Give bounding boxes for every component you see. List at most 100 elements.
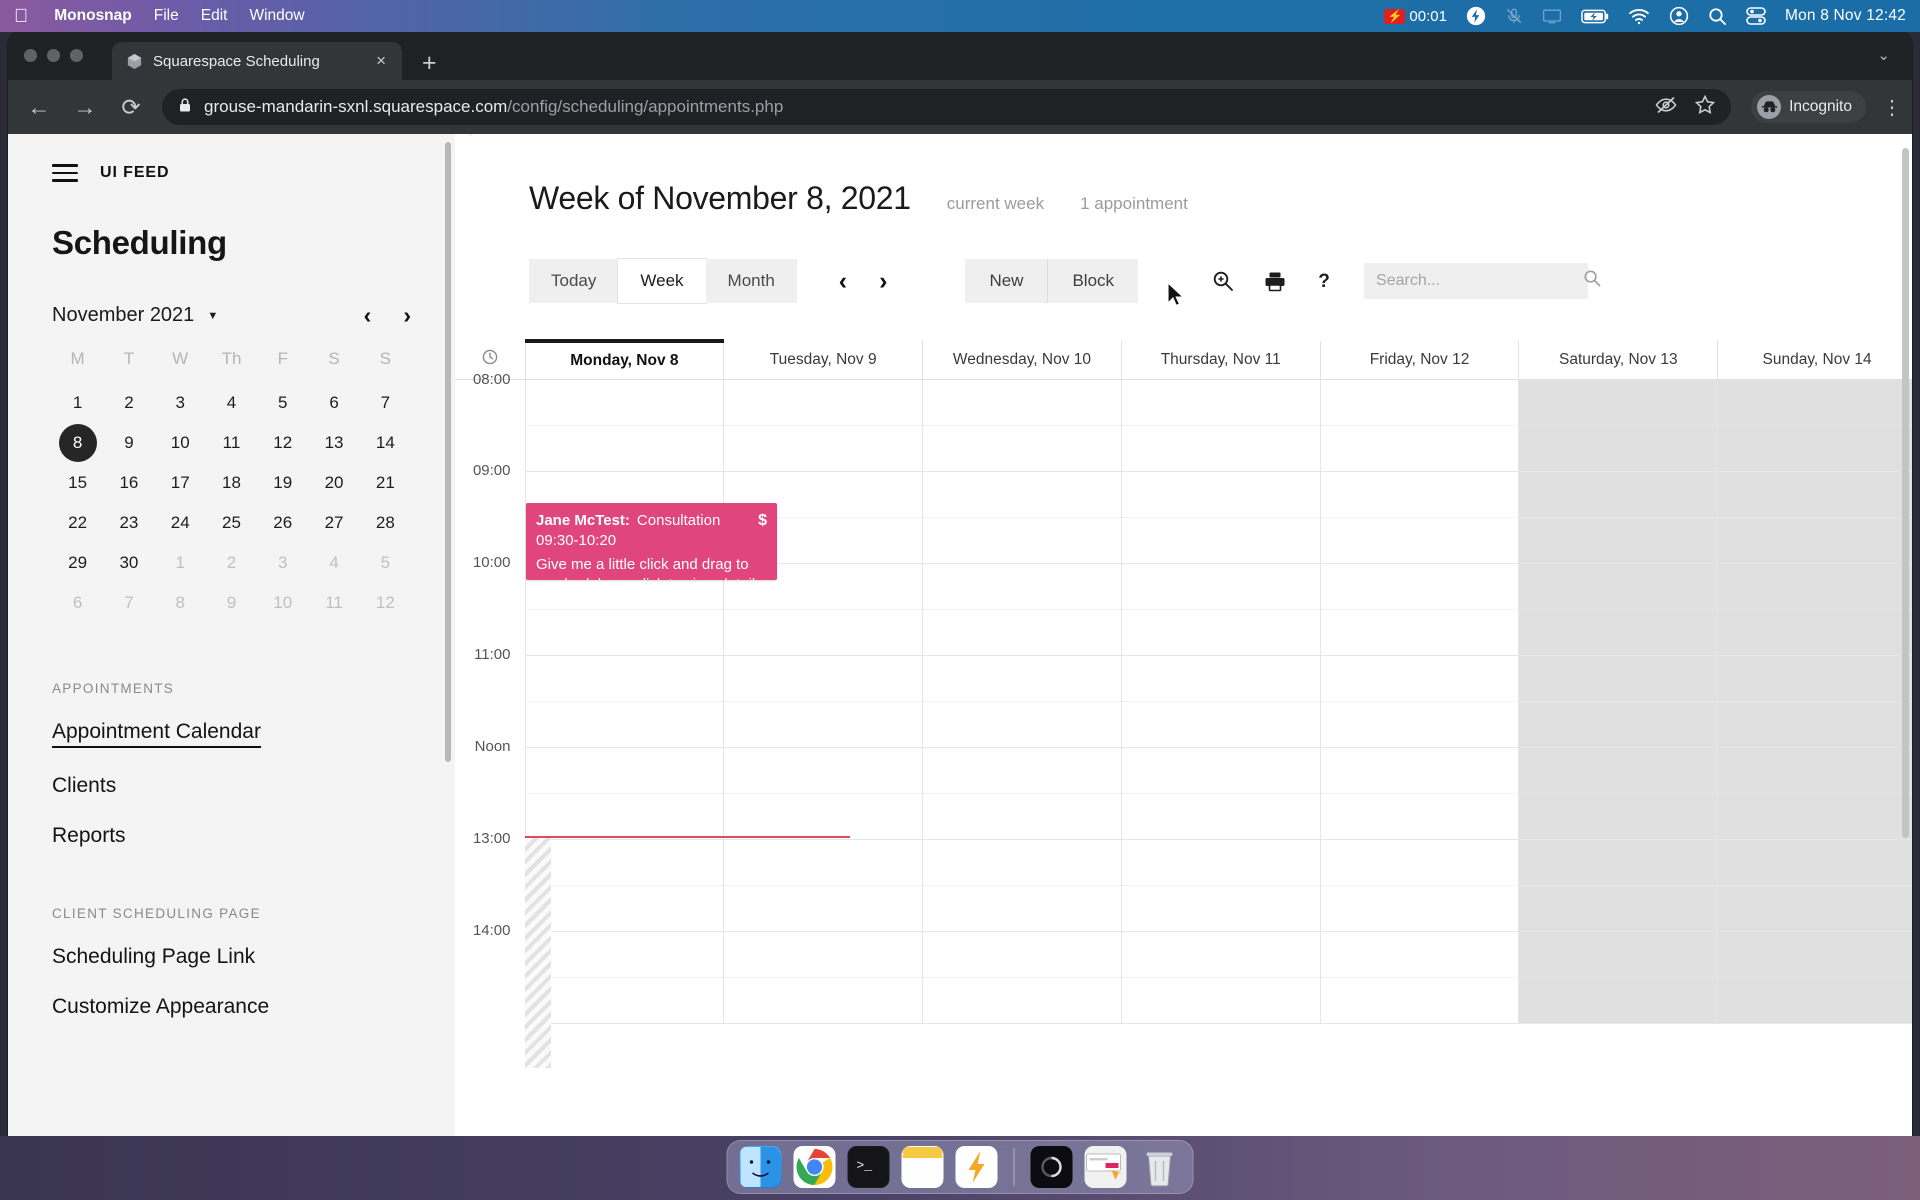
menu-item-window[interactable]: Window <box>249 7 304 25</box>
terminal-icon[interactable]: >_ <box>847 1146 890 1188</box>
tab-today[interactable]: Today <box>529 259 619 303</box>
notes-icon[interactable] <box>901 1146 944 1188</box>
screen-share-icon[interactable] <box>1542 8 1562 24</box>
menu-item-edit[interactable]: Edit <box>201 7 228 25</box>
mini-calendar-day[interactable]: 7 <box>360 383 411 423</box>
hamburger-menu-icon[interactable] <box>52 164 78 182</box>
mini-calendar-day[interactable]: 19 <box>257 463 308 503</box>
mini-calendar-day[interactable]: 12 <box>257 423 308 463</box>
calendar-slot[interactable] <box>922 562 1122 656</box>
previous-week-button[interactable]: ‹ <box>839 268 847 294</box>
tab-search-chevron-icon[interactable]: ⌄ <box>1877 46 1890 64</box>
back-button[interactable]: ← <box>24 95 54 119</box>
calendar-slot[interactable] <box>1319 746 1520 840</box>
page-scrollbar[interactable] <box>1902 148 1909 838</box>
mini-calendar-day[interactable]: 12 <box>360 583 411 623</box>
calendar-slot[interactable] <box>1518 562 1719 656</box>
calendar-slot[interactable] <box>1518 654 1719 748</box>
mini-calendar-day[interactable]: 27 <box>308 503 359 543</box>
calendar-slot[interactable] <box>1518 930 1719 1024</box>
mini-calendar-day[interactable]: 1 <box>155 543 206 583</box>
appointment-block[interactable]: Jane McTest: Consultation $ 09:30-10:20 … <box>526 503 777 580</box>
mini-calendar-day[interactable]: 2 <box>103 383 154 423</box>
sidebar-item-clients[interactable]: Clients <box>52 774 411 798</box>
calendar-slot[interactable] <box>1319 838 1520 932</box>
mini-calendar-day[interactable]: 14 <box>360 423 411 463</box>
calendar-slot[interactable] <box>922 654 1122 748</box>
mini-calendar-day[interactable]: 11 <box>308 583 359 623</box>
calendar-day-header[interactable]: Monday, Nov 8 <box>524 339 725 380</box>
mini-calendar-prev-button[interactable]: ‹ <box>364 304 372 327</box>
mini-calendar-day[interactable]: 15 <box>52 463 103 503</box>
calendar-slot[interactable] <box>1717 838 1912 932</box>
menu-item-file[interactable]: File <box>154 7 179 25</box>
maximize-window-button[interactable] <box>70 49 83 62</box>
reload-button[interactable]: ⟳ <box>116 95 146 119</box>
window-traffic-lights[interactable] <box>24 49 83 62</box>
mini-calendar-day[interactable]: 25 <box>206 503 257 543</box>
mini-calendar-day[interactable]: 24 <box>155 503 206 543</box>
calendar-slot[interactable] <box>922 378 1122 472</box>
mini-calendar-day[interactable]: 10 <box>257 583 308 623</box>
new-appointment-button[interactable]: New <box>965 259 1048 303</box>
block-time-button[interactable]: Block <box>1047 259 1139 303</box>
calendar-slot[interactable] <box>922 470 1122 564</box>
calendar-slot[interactable] <box>1319 378 1520 472</box>
screenshot-icon[interactable] <box>1030 1146 1073 1188</box>
sidebar-scrollbar[interactable] <box>445 142 451 762</box>
mini-calendar-day[interactable]: 16 <box>103 463 154 503</box>
forward-button[interactable]: → <box>70 95 100 119</box>
calendar-day-header[interactable]: Saturday, Nov 13 <box>1518 341 1719 380</box>
mini-calendar-day[interactable]: 13 <box>308 423 359 463</box>
calendar-slot[interactable] <box>524 930 725 1024</box>
calendar-slot[interactable] <box>524 746 725 840</box>
zoom-in-icon[interactable] <box>1212 270 1234 292</box>
mini-calendar-day[interactable]: 11 <box>206 423 257 463</box>
mini-calendar-day[interactable]: 9 <box>206 583 257 623</box>
search-icon[interactable] <box>1583 269 1602 293</box>
mini-calendar-day[interactable]: 23 <box>103 503 154 543</box>
calendar-slot[interactable] <box>1319 470 1520 564</box>
calendar-slot[interactable] <box>1717 930 1912 1024</box>
calendar-day-header[interactable]: Tuesday, Nov 9 <box>723 341 924 380</box>
control-center-icon[interactable] <box>1746 7 1766 25</box>
calendar-slot[interactable] <box>1319 930 1520 1024</box>
sidebar-item-appointment-calendar[interactable]: Appointment Calendar <box>52 720 261 748</box>
menu-item-monosnap[interactable]: Monosnap <box>54 7 132 25</box>
mini-calendar-day[interactable]: 5 <box>257 383 308 423</box>
calendar-slot[interactable] <box>1120 470 1321 564</box>
mini-calendar-day[interactable]: 21 <box>360 463 411 503</box>
sidebar-item-scheduling-page-link[interactable]: Scheduling Page Link <box>52 945 411 969</box>
mini-calendar-day[interactable]: 28 <box>360 503 411 543</box>
menu-bar-clock[interactable]: Mon 8 Nov 12:42 <box>1785 7 1906 25</box>
browser-tab[interactable]: Squarespace Scheduling × <box>112 42 402 80</box>
calendar-slot[interactable] <box>1120 930 1321 1024</box>
mini-calendar-day[interactable]: 29 <box>52 543 103 583</box>
calendar-slot[interactable] <box>1120 746 1321 840</box>
search-input[interactable] <box>1376 272 1584 290</box>
calendar-slot[interactable] <box>1518 838 1719 932</box>
mini-calendar-day[interactable]: 20 <box>308 463 359 503</box>
new-tab-button[interactable]: + <box>422 51 437 76</box>
recording-timer[interactable]: ⚡ 00:01 <box>1384 8 1447 25</box>
calendar-slot[interactable] <box>1518 470 1719 564</box>
microphone-muted-icon[interactable] <box>1505 6 1523 26</box>
mini-calendar-day[interactable]: 30 <box>103 543 154 583</box>
monosnap-icon[interactable] <box>955 1146 998 1188</box>
trash-icon[interactable] <box>1139 1146 1181 1188</box>
apple-logo-icon[interactable]:  <box>14 7 28 26</box>
mini-calendar-day[interactable]: 3 <box>155 383 206 423</box>
minimize-window-button[interactable] <box>47 49 60 62</box>
sidebar-item-reports[interactable]: Reports <box>52 824 411 848</box>
mini-calendar-day[interactable]: 4 <box>206 383 257 423</box>
calendar-day-header[interactable]: Wednesday, Nov 10 <box>922 341 1122 380</box>
search-icon[interactable] <box>1708 7 1727 26</box>
mini-calendar-month[interactable]: November 2021 <box>52 304 194 327</box>
snippet-icon[interactable] <box>1084 1146 1127 1188</box>
calendar-day-header[interactable]: Sunday, Nov 14 <box>1717 341 1912 380</box>
calendar-slot[interactable] <box>922 838 1122 932</box>
mini-calendar-day[interactable]: 1 <box>52 383 103 423</box>
browser-menu-button[interactable]: ⋮ <box>1882 95 1902 120</box>
chrome-icon[interactable] <box>793 1146 836 1188</box>
calendar-slot[interactable] <box>1120 378 1321 472</box>
